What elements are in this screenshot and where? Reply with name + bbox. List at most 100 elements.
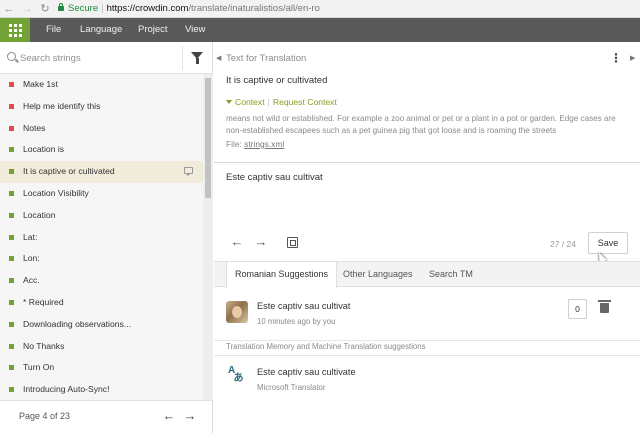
list-item[interactable]: Location Visibility: [0, 183, 203, 205]
list-item[interactable]: Turn On: [0, 357, 203, 379]
menu-file[interactable]: File: [46, 18, 61, 42]
list-item[interactable]: No Thanks: [0, 336, 203, 358]
menu-view[interactable]: View: [185, 18, 205, 42]
suggestion-text: Este captiv sau cultivat: [257, 301, 351, 311]
status-indicator: [9, 82, 14, 87]
status-indicator: [9, 169, 14, 175]
more-options-icon[interactable]: ⋮: [610, 51, 622, 65]
scrollbar-thumb[interactable]: [205, 78, 211, 198]
suggestion-meta: 10 minutes ago by you: [257, 317, 336, 326]
status-indicator: [9, 234, 14, 240]
translation-input[interactable]: Este captiv sau cultivat: [226, 172, 323, 183]
list-item[interactable]: Acc.: [0, 270, 203, 292]
suggestion-tabs: Romanian Suggestions Other Languages Sea…: [214, 261, 640, 288]
tab-other-languages[interactable]: Other Languages: [343, 262, 413, 287]
search-row: [0, 42, 212, 74]
pager: Page 4 of 23 ← →: [0, 400, 212, 433]
filter-button[interactable]: [182, 46, 212, 70]
divider: [214, 355, 640, 356]
url-separator: |: [101, 3, 104, 14]
browser-address-bar: ← → ↻ Secure | https://crowdin.com/transla…: [0, 0, 640, 18]
save-button[interactable]: Save: [588, 232, 628, 254]
trash-icon[interactable]: [598, 300, 611, 313]
context-description: means not wild or established. For examp…: [226, 114, 616, 135]
forward-arrow-icon[interactable]: →: [20, 2, 34, 16]
editor-toolbar: ← → 27 / 24 Save: [214, 230, 640, 258]
collapse-right-icon[interactable]: ▶: [630, 54, 635, 62]
file-link[interactable]: strings.xml: [244, 139, 284, 149]
collapse-left-icon[interactable]: ◀: [216, 54, 221, 62]
next-page-icon[interactable]: →: [183, 408, 197, 424]
string-label: Introducing Auto-Sync!: [23, 384, 110, 395]
list-item[interactable]: Lat:: [0, 227, 203, 249]
menu-language[interactable]: Language: [80, 18, 122, 42]
status-indicator: [9, 365, 14, 371]
list-item[interactable]: Introducing Auto-Sync!: [0, 379, 203, 400]
tab-search-tm[interactable]: Search TM: [429, 262, 473, 287]
list-item[interactable]: It is captive or cultivated: [0, 161, 203, 183]
search-icon: [7, 52, 16, 61]
section-label: Text for Translation: [226, 53, 307, 64]
divider: [214, 162, 640, 163]
machine-translation-icon: A あ: [228, 365, 244, 384]
tm-header: Translation Memory and Machine Translati…: [226, 342, 426, 351]
status-indicator: [9, 125, 14, 131]
string-label: Acc.: [23, 275, 40, 286]
status-indicator: [9, 103, 14, 109]
list-item[interactable]: Lon:: [0, 248, 203, 270]
previous-string-icon[interactable]: ←: [229, 234, 245, 250]
status-indicator: [9, 147, 14, 153]
string-label: Lat:: [23, 231, 38, 242]
string-label: Location Visibility: [23, 187, 89, 198]
string-label: Notes: [23, 122, 46, 133]
list-item[interactable]: Downloading observations...: [0, 314, 203, 336]
next-string-icon[interactable]: →: [253, 234, 269, 250]
list-item[interactable]: * Required: [0, 292, 203, 314]
status-indicator: [9, 190, 14, 196]
status-indicator: [9, 343, 14, 349]
comment-icon[interactable]: [184, 167, 193, 177]
string-label: It is captive or cultivated: [23, 166, 115, 177]
lock-icon: [58, 3, 64, 11]
search-input[interactable]: [20, 48, 180, 68]
menu-project[interactable]: Project: [138, 18, 168, 42]
status-indicator: [9, 387, 14, 393]
tab-romanian-suggestions[interactable]: Romanian Suggestions: [226, 262, 338, 288]
status-indicator: [9, 278, 14, 284]
tm-suggestion-source: Microsoft Translator: [257, 383, 326, 392]
list-item[interactable]: Location is: [0, 139, 203, 161]
prev-page-icon[interactable]: ←: [162, 408, 176, 424]
url-bar[interactable]: Secure | https://crowdin.com/translate/ina…: [58, 2, 320, 16]
string-label: * Required: [23, 296, 64, 307]
url-host: https://crowdin.com: [106, 3, 189, 14]
avatar: [226, 301, 248, 323]
string-label: Make 1st: [23, 79, 58, 89]
vote-count[interactable]: 0: [568, 299, 587, 319]
status-indicator: [9, 212, 14, 218]
apps-grid-button[interactable]: [0, 18, 30, 42]
sidebar-scrollbar[interactable]: [203, 74, 213, 400]
string-list: Make 1st Help me identify this Notes Locati…: [0, 74, 203, 400]
request-context-link[interactable]: Request Context: [273, 97, 337, 107]
context-caret-icon[interactable]: [226, 100, 232, 104]
string-label: No Thanks: [23, 340, 65, 351]
file-label: File:: [226, 139, 242, 149]
page-info: Page 4 of 23: [19, 411, 71, 421]
context-toggle[interactable]: Context: [235, 97, 265, 107]
string-label: Downloading observations...: [23, 318, 131, 329]
string-label: Lon:: [23, 253, 40, 264]
list-item[interactable]: Make 1st: [0, 74, 203, 96]
context-line: Context | Request Context: [226, 97, 337, 107]
string-label: Location: [23, 209, 56, 220]
string-label: Location is: [23, 144, 65, 155]
copy-source-icon[interactable]: [287, 237, 298, 248]
char-count: 27 / 24: [550, 239, 576, 249]
back-arrow-icon[interactable]: ←: [2, 2, 16, 16]
list-item[interactable]: Location: [0, 205, 203, 227]
divider: [214, 340, 640, 341]
list-item[interactable]: Notes: [0, 118, 203, 140]
list-item[interactable]: Help me identify this: [0, 96, 203, 118]
reload-icon[interactable]: ↻: [38, 2, 52, 16]
strings-sidebar: Make 1st Help me identify this Notes Locati…: [0, 42, 213, 433]
context-separator: |: [267, 97, 270, 107]
